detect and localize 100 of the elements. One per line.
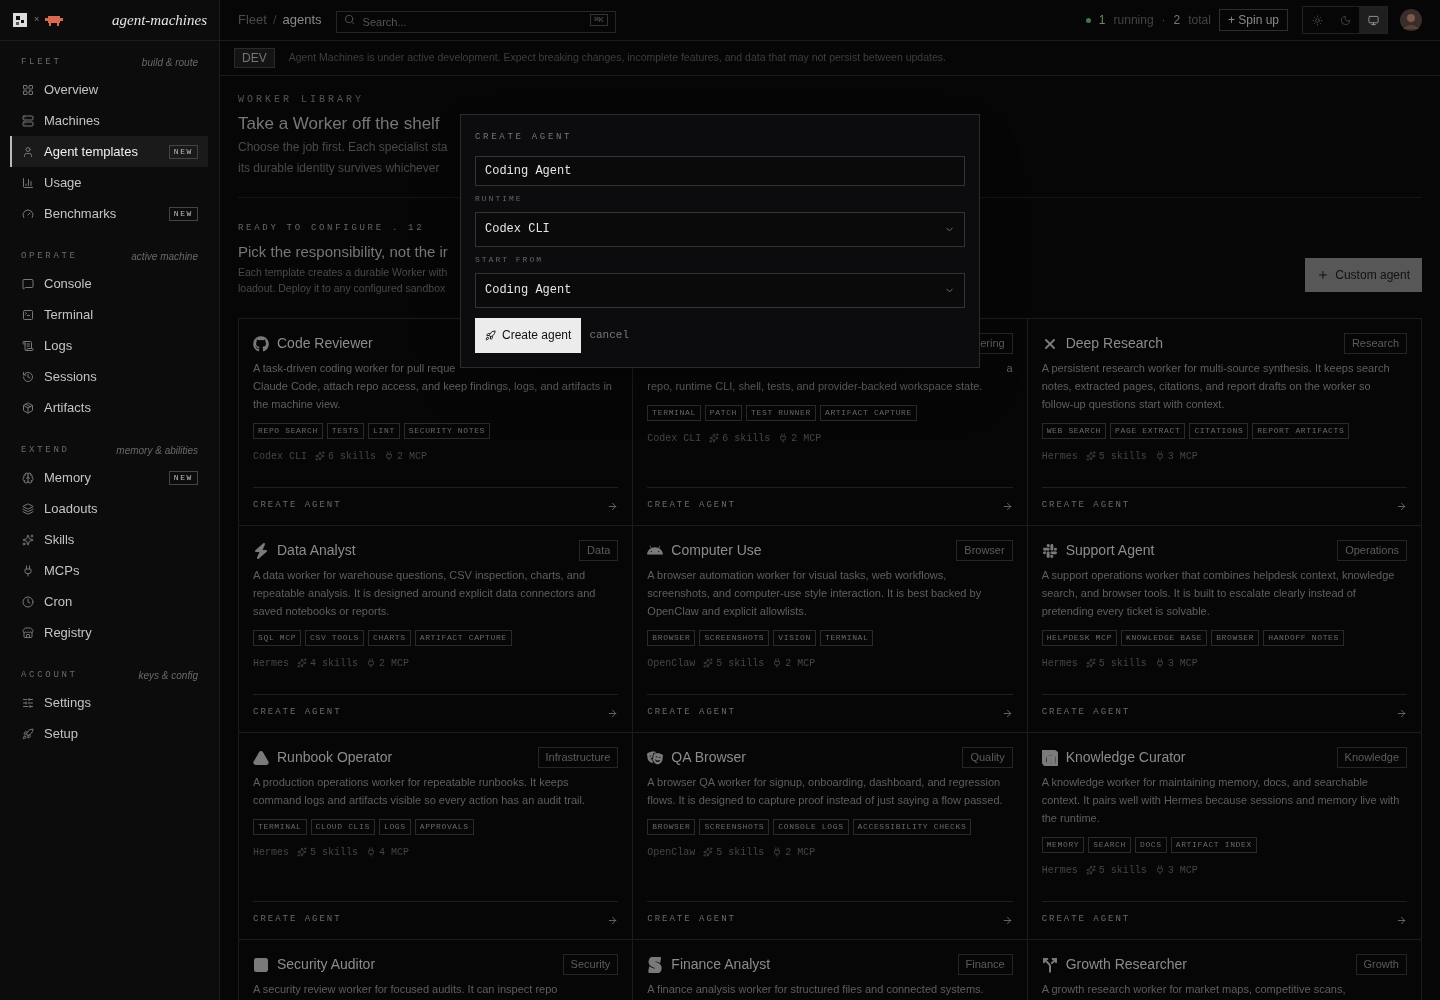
- runtime-label: Hermes: [253, 656, 289, 671]
- category-tag: Browser: [956, 540, 1013, 561]
- triangle-icon: [253, 749, 269, 766]
- running-count: 1: [1098, 12, 1106, 29]
- plug-icon: [1154, 451, 1165, 461]
- create-agent-button[interactable]: Create agent: [475, 317, 582, 353]
- sidebar-item[interactable]: Settings: [10, 687, 208, 718]
- name-input-field[interactable]: Coding Agent: [475, 155, 965, 186]
- avatar[interactable]: [1400, 9, 1422, 31]
- sidebar-item[interactable]: Loadouts: [10, 493, 208, 524]
- start-from-select[interactable]: Coding Agent: [475, 272, 965, 308]
- arrow-right-icon: [607, 707, 619, 719]
- section-label: OPERATE: [21, 249, 78, 263]
- card-description: A growth research worker for market maps, competitive scans,: [1041, 981, 1347, 997]
- page-description: its durable identity survives whichever: [238, 159, 440, 177]
- create-agent-link[interactable]: CREATE AGENT: [1041, 900, 1407, 939]
- sidebar-item[interactable]: Memory NEW: [10, 462, 208, 493]
- create-agent-link[interactable]: CREATE AGENT: [647, 900, 1013, 939]
- gauge-icon: [22, 207, 34, 220]
- capability-tag: PATCH: [704, 404, 743, 421]
- category-tag: Growth: [1355, 954, 1407, 975]
- arrow-right-icon: [1001, 914, 1013, 926]
- section-label: ACCOUNT: [21, 668, 78, 682]
- spin-up-button[interactable]: + Spin up: [1218, 9, 1288, 31]
- sidebar-item[interactable]: Cron: [10, 586, 208, 617]
- skills-count: 5 skills: [1098, 656, 1147, 671]
- sidebar-item[interactable]: Agent templates NEW: [10, 136, 208, 167]
- runtime-select[interactable]: Codex CLI: [475, 211, 965, 247]
- breadcrumb-current: agents: [282, 11, 322, 30]
- sidebar-item[interactable]: Artifacts: [10, 392, 208, 423]
- sidebar-item[interactable]: Registry: [10, 617, 208, 648]
- runtime-label: Codex CLI: [253, 449, 307, 464]
- arrow-right-icon: [607, 914, 619, 926]
- card-title: Knowledge Curator: [1065, 748, 1186, 767]
- category-tag: Research: [1343, 333, 1407, 354]
- sidebar-item[interactable]: Setup: [10, 718, 208, 749]
- layers-icon: [22, 502, 34, 515]
- category-tag: Security: [562, 954, 619, 975]
- sidebar-item[interactable]: Console: [10, 268, 208, 299]
- plug-icon: [1154, 658, 1165, 668]
- skills-count: 4 skills: [310, 656, 359, 671]
- create-agent-link[interactable]: CREATE AGENT: [253, 693, 619, 732]
- clock-icon: [22, 595, 34, 608]
- plug-icon: [366, 658, 377, 668]
- capability-tag: SEARCH: [1088, 836, 1131, 853]
- plug-icon: [22, 564, 34, 577]
- sliders-icon: [22, 696, 34, 709]
- capability-tag: HELPDESK MCP: [1041, 629, 1117, 646]
- create-agent-link[interactable]: CREATE AGENT: [253, 900, 619, 939]
- mcp-count: 2 MCP: [785, 845, 816, 860]
- capability-tag: CONSOLE LOGS: [773, 818, 849, 835]
- create-agent-link[interactable]: CREATE AGENT: [647, 693, 1013, 732]
- create-agent-link[interactable]: CREATE AGENT: [253, 486, 619, 525]
- pixel-logo-icon: [12, 12, 28, 28]
- capability-tag: TEST RUNNER: [746, 404, 816, 421]
- sidebar-item[interactable]: Terminal: [10, 299, 208, 330]
- capability-tag: KNOWLEDGE BASE: [1120, 629, 1208, 646]
- capability-tag: DOCS: [1134, 836, 1167, 853]
- plug-icon: [366, 847, 377, 857]
- field-label: START FROM: [475, 253, 544, 266]
- scroll-icon: [22, 339, 34, 352]
- theme-button[interactable]: [1359, 7, 1387, 33]
- sidebar-item[interactable]: Usage: [10, 167, 208, 198]
- sparkles-icon: [297, 658, 307, 668]
- sidebar-item[interactable]: Overview: [10, 74, 208, 105]
- sidebar-item[interactable]: Benchmarks NEW: [10, 198, 208, 229]
- sidebar-item[interactable]: Skills: [10, 524, 208, 555]
- sparkles-icon: [1085, 865, 1096, 875]
- sparkles-icon: [703, 658, 714, 668]
- runtime-label: Hermes: [253, 845, 289, 860]
- category-tag: Knowledge: [1336, 747, 1407, 768]
- lightning-icon: [253, 542, 269, 559]
- section-hint: keys & config: [138, 669, 198, 683]
- category-tag: Infrastructure: [537, 747, 619, 768]
- sidebar-item[interactable]: MCPs: [10, 555, 208, 586]
- plug-icon: [384, 451, 395, 461]
- create-agent-link[interactable]: CREATE AGENT: [647, 486, 1013, 525]
- create-agent-link[interactable]: CREATE AGENT: [1041, 486, 1407, 525]
- capability-tag: TERMINAL: [647, 404, 701, 421]
- sidebar-item[interactable]: Machines: [10, 105, 208, 136]
- capability-tag: PAGE EXTRACT: [1110, 422, 1186, 439]
- category-tag: Operations: [1337, 540, 1407, 561]
- capability-tag: ARTIFACT INDEX: [1170, 836, 1257, 853]
- arrow-right-icon: [1001, 707, 1013, 719]
- card-title: Code Reviewer: [277, 334, 373, 353]
- s-logo-icon: [647, 956, 664, 973]
- section-hint: build & route: [141, 56, 198, 70]
- card-title: Support Agent: [1065, 541, 1155, 560]
- package-icon: [22, 401, 34, 414]
- section-description: loadout. Deploy it to any configured sandbox: [238, 280, 446, 296]
- capability-tag: SCREENSHOTS: [699, 629, 770, 646]
- sparkles-icon: [703, 847, 714, 857]
- cancel-link[interactable]: cancel: [589, 326, 629, 344]
- mcp-count: 4 MCP: [379, 845, 410, 860]
- capability-tag: REPO SEARCH: [253, 422, 323, 439]
- sidebar-item[interactable]: Sessions: [10, 361, 208, 392]
- card-description: A knowledge worker for maintaining memory, docs, and searchable context. It pairs well with Hermes because sessions and memory live with the runtime.: [1041, 774, 1401, 826]
- create-agent-link[interactable]: CREATE AGENT: [1041, 693, 1407, 732]
- category-tag: Quality: [962, 747, 1013, 768]
- sidebar-item[interactable]: Logs: [10, 330, 208, 361]
